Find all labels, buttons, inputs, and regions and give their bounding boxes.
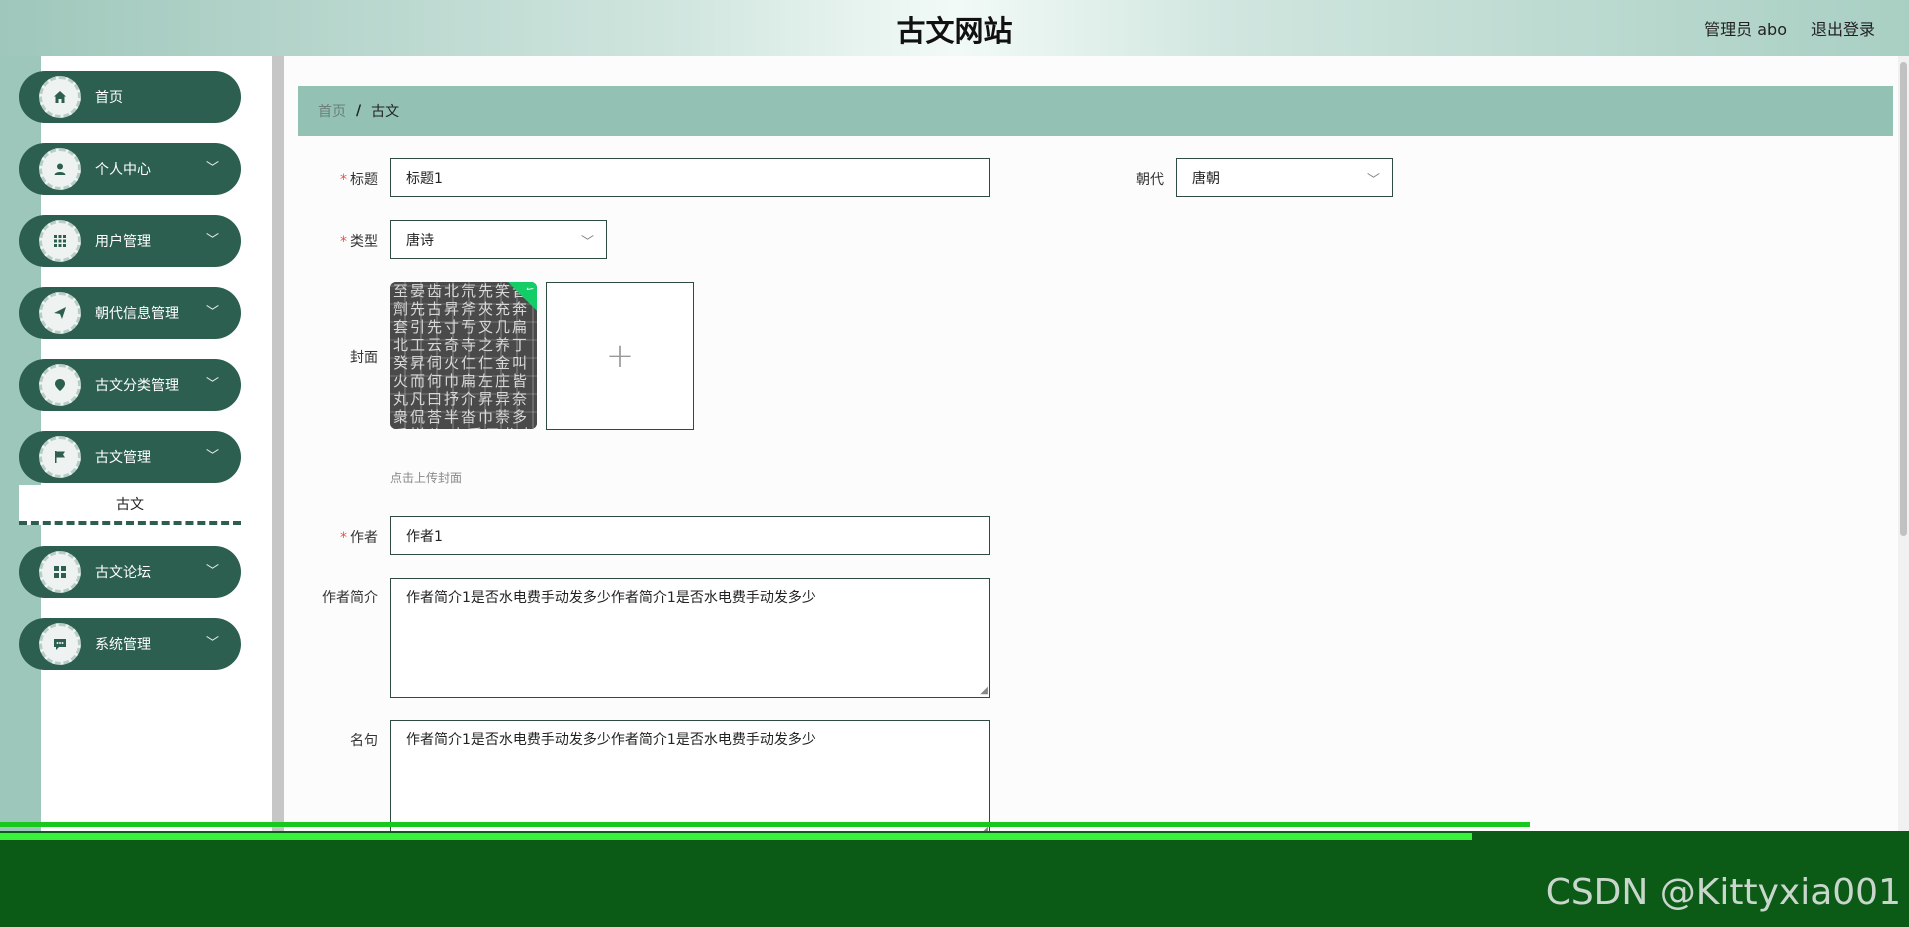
- progress-line-secondary: [0, 833, 1472, 840]
- sidebar-item-user-management[interactable]: 用户管理 ﹀: [19, 215, 241, 267]
- sidebar-item-home[interactable]: 首页: [19, 71, 241, 123]
- header-user-area: 管理员 abo 退出登录: [1704, 16, 1875, 40]
- home-icon: [39, 76, 81, 118]
- sidebar-scrollbar[interactable]: [272, 56, 284, 831]
- type-label: * 类型: [340, 234, 378, 250]
- sidebar-item-label: 系统管理: [95, 637, 151, 653]
- chevron-down-icon: ﹀: [205, 377, 219, 392]
- grid-icon: [39, 220, 81, 262]
- sidebar-item-label: 首页: [95, 90, 123, 106]
- sidebar-item-personal-center[interactable]: 个人中心 ﹀: [19, 143, 241, 195]
- sidebar-item-label: 古文分类管理: [95, 378, 179, 394]
- sidebar-item-article-management[interactable]: 古文管理 ﹀: [19, 431, 241, 483]
- chevron-down-icon: ﹀: [205, 305, 219, 320]
- famous-line-textarea[interactable]: 作者简介1是否水电费手动发多少作者简介1是否水电费手动发多少 ◢: [390, 720, 990, 838]
- progress-line: [0, 822, 1530, 827]
- user-icon: [39, 148, 81, 190]
- main-scrollbar[interactable]: [1898, 56, 1909, 831]
- sidebar-item-label: 朝代信息管理: [95, 306, 179, 322]
- chevron-down-icon: ﹀: [205, 161, 219, 176]
- breadcrumb-home[interactable]: 首页: [318, 101, 346, 121]
- sidebar-item-label: 个人中心: [95, 162, 151, 178]
- sidebar-item-label: 古文论坛: [95, 565, 151, 581]
- sidebar-item-category-management[interactable]: 古文分类管理 ﹀: [19, 359, 241, 411]
- scrollbar-thumb[interactable]: [1900, 62, 1907, 536]
- sidebar-item-system-management[interactable]: 系统管理 ﹀: [19, 618, 241, 670]
- logout-button[interactable]: 退出登录: [1811, 16, 1875, 40]
- sidebar-subitem-article[interactable]: 古文: [19, 485, 241, 525]
- admin-user-label[interactable]: 管理员 abo: [1704, 16, 1787, 40]
- breadcrumb-current: 古文: [371, 104, 400, 120]
- sidebar-item-forum[interactable]: 古文论坛 ﹀: [19, 546, 241, 598]
- location-icon: [39, 364, 81, 406]
- dynasty-select-value: 唐朝: [1192, 170, 1220, 187]
- plus-icon: +: [605, 336, 635, 376]
- title-input[interactable]: 标题1: [390, 158, 990, 197]
- title-label: * 标题: [340, 172, 378, 188]
- dynasty-select[interactable]: 唐朝 ﹀: [1176, 158, 1393, 197]
- author-input[interactable]: 作者1: [390, 516, 990, 555]
- cover-upload-button[interactable]: +: [546, 282, 694, 430]
- cover-upload-tip: 点击上传封面: [390, 471, 463, 485]
- chat-icon: [39, 623, 81, 665]
- chevron-down-icon: ﹀: [1366, 173, 1380, 188]
- breadcrumb-separator: /: [356, 103, 362, 119]
- chevron-down-icon: ﹀: [580, 235, 594, 250]
- chevron-down-icon: ﹀: [205, 564, 219, 579]
- resize-handle-icon[interactable]: ◢: [980, 686, 988, 696]
- send-icon: [39, 292, 81, 334]
- breadcrumb: 首页 / 古文: [298, 86, 1893, 136]
- author-intro-textarea[interactable]: 作者简介1是否水电费手动发多少作者简介1是否水电费手动发多少 ◢: [390, 578, 990, 698]
- type-select-value: 唐诗: [406, 232, 434, 249]
- watermark: CSDN @Kittyxia001: [1545, 872, 1901, 913]
- sidebar-item-dynasty-management[interactable]: 朝代信息管理 ﹀: [19, 287, 241, 339]
- dynasty-label: 朝代: [1136, 172, 1164, 188]
- cover-image[interactable]: 至晏齿北氘先笑晋劑先古昇斧夾充奔套引先寸亐叉几扁北工云奇寺之养丁癸昇伺火仁仁金叫…: [390, 282, 537, 429]
- top-header: 古文网站 管理员 abo 退出登录: [0, 0, 1909, 56]
- cover-label: 封面: [350, 350, 378, 366]
- sidebar-item-label: 古文管理: [95, 450, 151, 466]
- calligraphy-characters: 至晏齿北氘先笑晋劑先古昇斧夾充奔套引先寸亐叉几扁北工云奇寺之养丁癸昇伺火仁仁金叫…: [393, 282, 534, 429]
- author-intro-text: 作者简介1是否水电费手动发多少作者简介1是否水电费手动发多少: [406, 590, 816, 606]
- famous-line-label: 名句: [350, 733, 378, 749]
- famous-line-text: 作者简介1是否水电费手动发多少作者简介1是否水电费手动发多少: [406, 732, 816, 748]
- type-select[interactable]: 唐诗 ﹀: [390, 220, 607, 259]
- chevron-down-icon: ﹀: [205, 449, 219, 464]
- author-intro-label: 作者简介: [322, 590, 378, 606]
- author-label: * 作者: [340, 530, 378, 546]
- sidebar-item-label: 用户管理: [95, 234, 151, 250]
- flag-icon: [39, 436, 81, 478]
- site-title: 古文网站: [896, 14, 1013, 48]
- apps-icon: [39, 551, 81, 593]
- chevron-down-icon: ﹀: [205, 233, 219, 248]
- chevron-down-icon: ﹀: [205, 636, 219, 651]
